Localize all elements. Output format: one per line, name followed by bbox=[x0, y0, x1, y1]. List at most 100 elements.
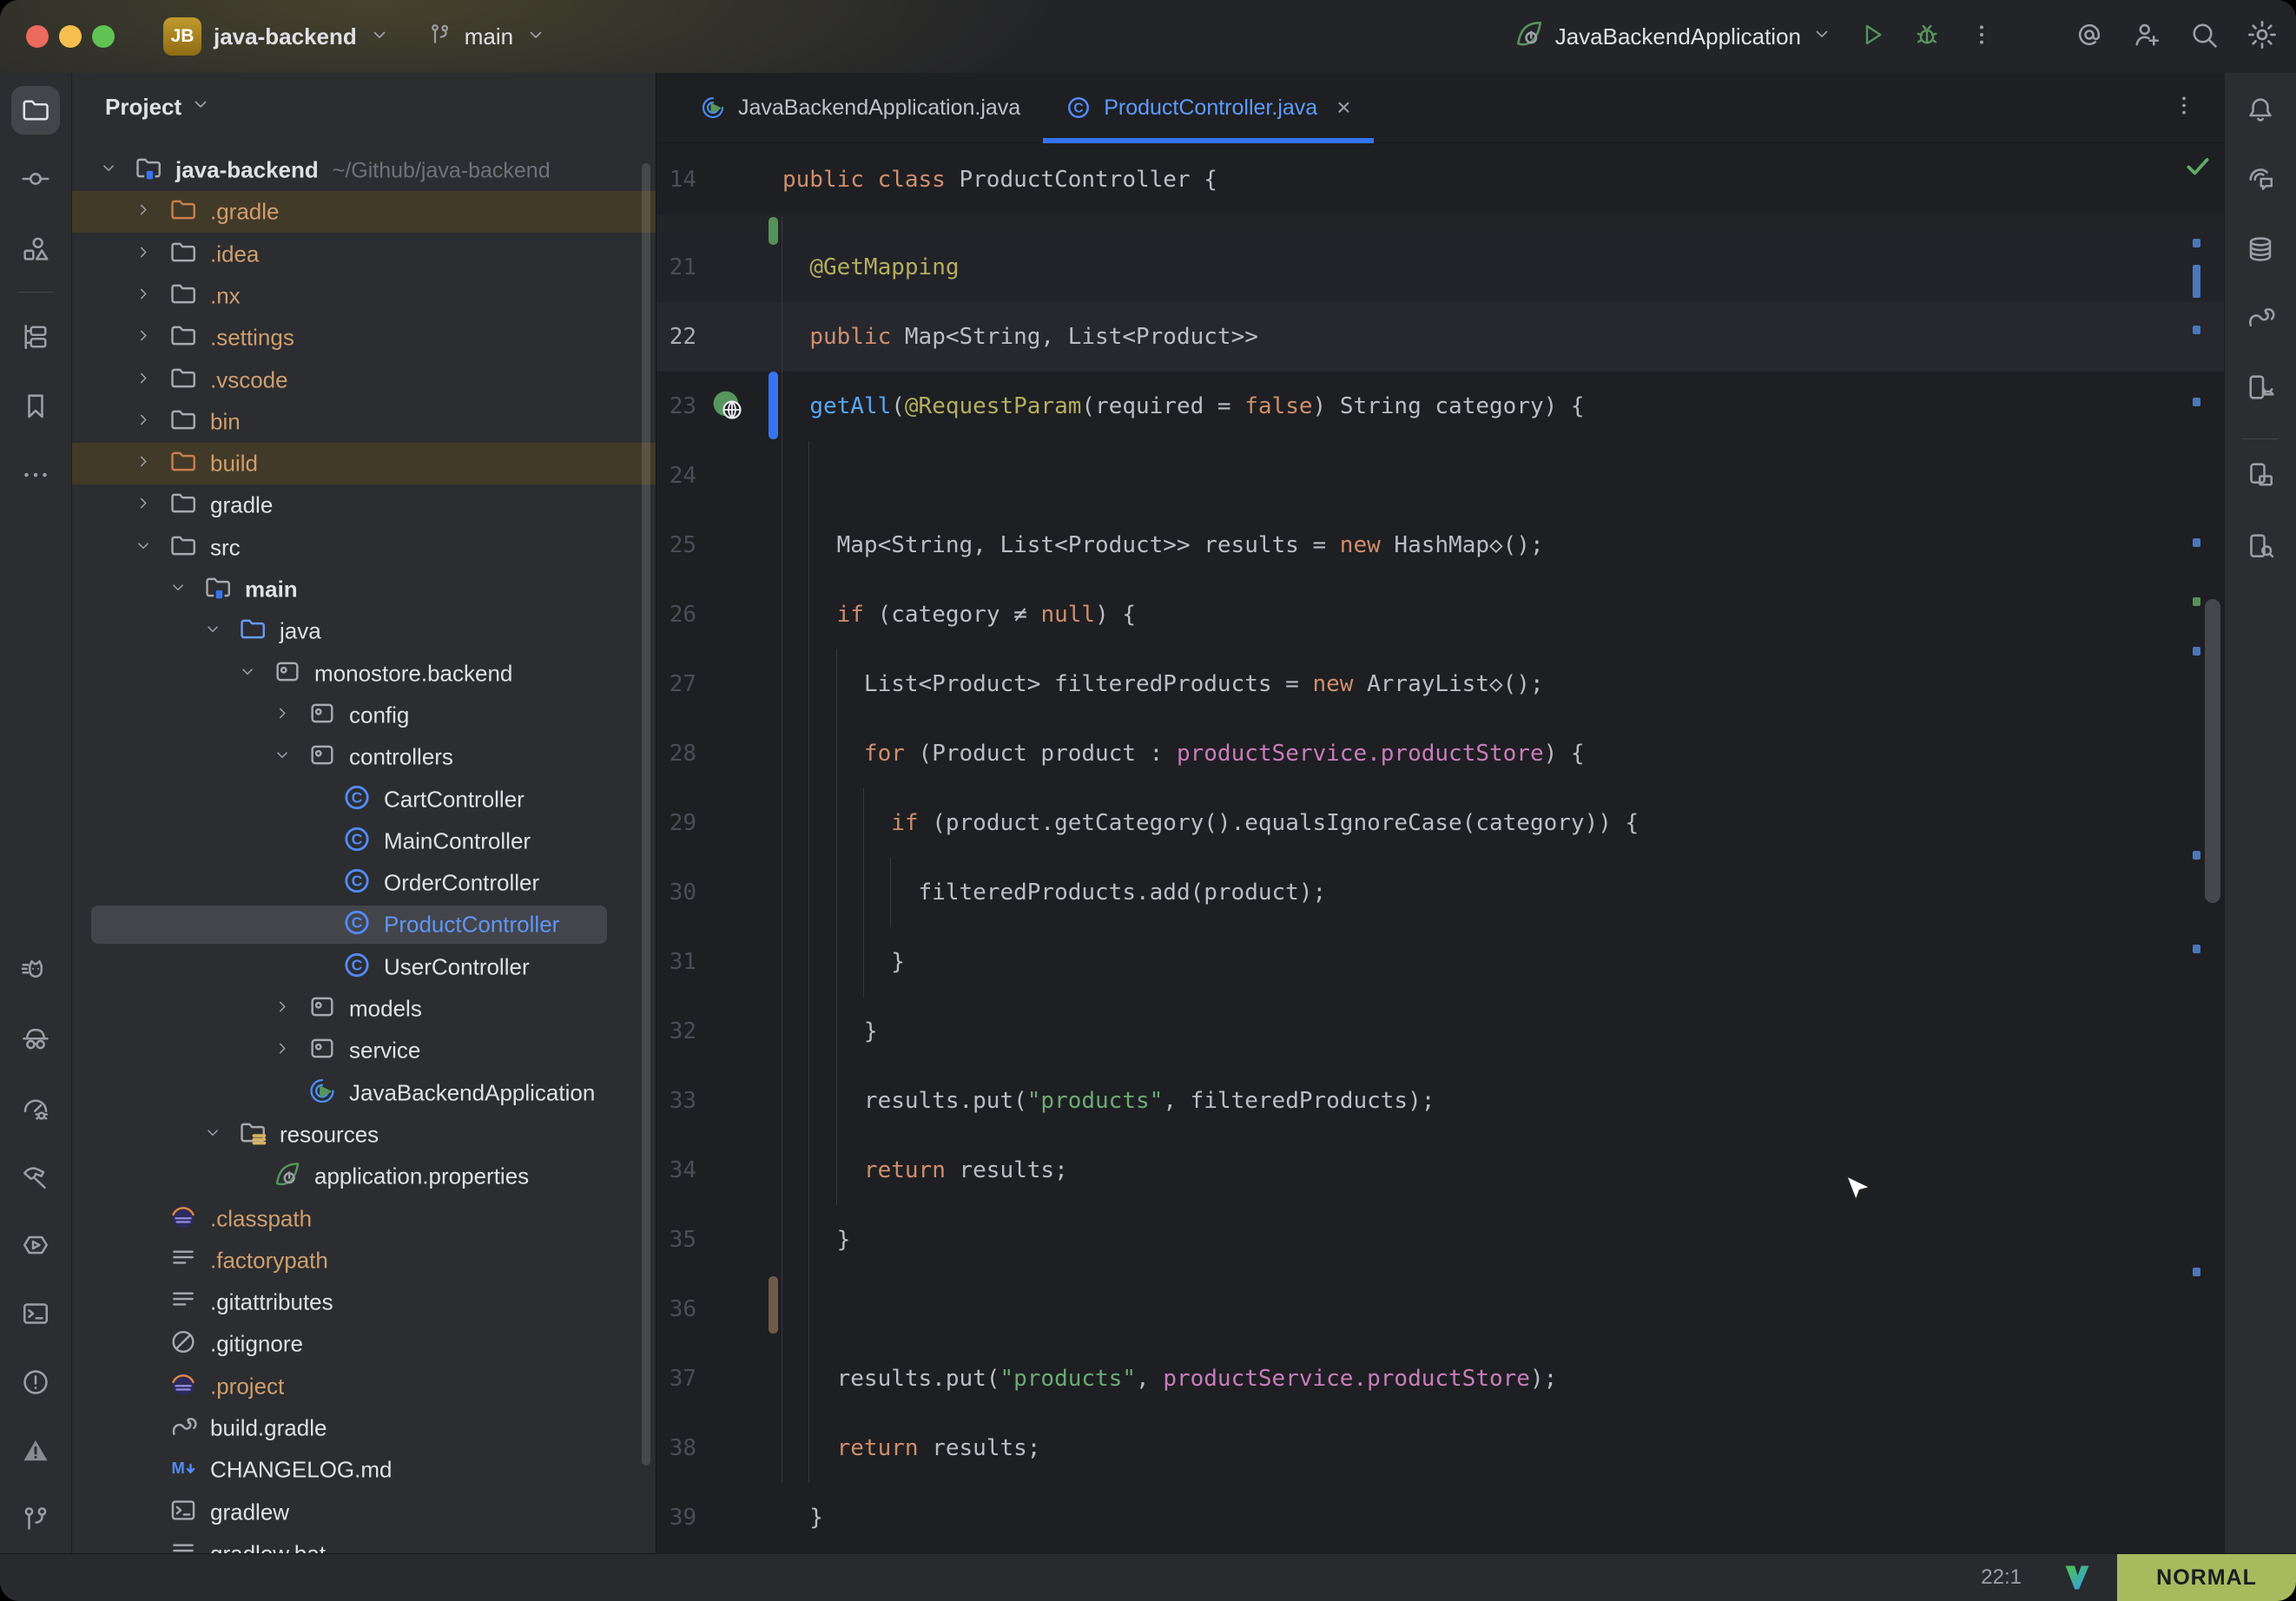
chevron-down-icon[interactable] bbox=[369, 24, 390, 49]
code-editor[interactable]: 14public class ProductController {21 @Ge… bbox=[656, 142, 2225, 1554]
minimize-window-button[interactable] bbox=[59, 25, 82, 48]
tree-item-.project[interactable]: .project bbox=[72, 1366, 656, 1407]
build-icon[interactable] bbox=[11, 1152, 60, 1201]
settings-gear-icon[interactable] bbox=[2246, 18, 2279, 56]
profiler-icon[interactable] bbox=[11, 1084, 60, 1132]
error-stripe-mark[interactable] bbox=[2193, 647, 2200, 656]
more-tool-windows-icon[interactable] bbox=[11, 451, 60, 499]
endpoint-globe-icon[interactable] bbox=[712, 390, 745, 427]
ai-assistant-icon[interactable] bbox=[2236, 155, 2285, 203]
error-stripe-mark[interactable] bbox=[2193, 538, 2200, 547]
inspections-ok-check-icon[interactable] bbox=[2183, 151, 2213, 185]
project-badge[interactable]: JB bbox=[163, 17, 201, 56]
tree-item-config[interactable]: config bbox=[72, 695, 656, 736]
tree-item-gradlew[interactable]: gradlew bbox=[72, 1492, 656, 1533]
tree-item-.gitattributes[interactable]: .gitattributes bbox=[72, 1281, 656, 1323]
tree-item-service[interactable]: service bbox=[72, 1030, 656, 1071]
tree-item-.classpath[interactable]: .classpath bbox=[72, 1198, 656, 1240]
error-stripe-mark[interactable] bbox=[2193, 1268, 2200, 1276]
chevron-down-icon[interactable] bbox=[525, 24, 546, 49]
error-stripe-mark[interactable] bbox=[2193, 398, 2200, 406]
vcs-modified-marker[interactable] bbox=[769, 372, 778, 439]
project-view-selector[interactable]: Project bbox=[105, 94, 211, 121]
error-stripe-mark[interactable] bbox=[2193, 597, 2200, 606]
tree-item-.vscode[interactable]: .vscode bbox=[72, 359, 656, 401]
tree-item-src[interactable]: src bbox=[72, 527, 656, 569]
editor-tab-JavaBackendApplication.java[interactable]: JavaBackendApplication.java bbox=[677, 73, 1043, 142]
pkg-file-icon bbox=[307, 741, 337, 770]
tree-item-main[interactable]: main bbox=[72, 569, 656, 610]
structure-shapes-icon[interactable] bbox=[11, 225, 60, 273]
tree-item-JavaBackendApplication[interactable]: JavaBackendApplication bbox=[72, 1072, 656, 1114]
tree-item-.gradle[interactable]: .gradle bbox=[72, 191, 656, 233]
cat-plugin-icon[interactable] bbox=[11, 946, 60, 995]
database-icon[interactable] bbox=[2236, 225, 2285, 273]
run-button[interactable] bbox=[1858, 21, 1886, 53]
tree-item-ProductController[interactable]: CProductController bbox=[72, 904, 656, 945]
tree-item-models[interactable]: models bbox=[72, 988, 656, 1030]
branch-name[interactable]: main bbox=[465, 23, 513, 50]
hierarchy-icon[interactable] bbox=[11, 313, 60, 361]
zoom-window-button[interactable] bbox=[92, 25, 115, 48]
tree-item-OrderController[interactable]: COrderController bbox=[72, 862, 656, 904]
device-explorer-icon[interactable] bbox=[2236, 522, 2285, 570]
tree-item-monostore.backend[interactable]: monostore.backend bbox=[72, 653, 656, 695]
bookmarks-icon[interactable] bbox=[11, 382, 60, 431]
caret-position-widget[interactable]: 22:1 bbox=[1981, 1565, 2022, 1590]
code-with-me-icon[interactable] bbox=[2131, 19, 2162, 55]
problems-icon[interactable] bbox=[11, 1358, 60, 1407]
ai-mention-icon[interactable] bbox=[2074, 19, 2105, 55]
error-stripe-mark[interactable] bbox=[2193, 851, 2200, 860]
tree-item-.idea[interactable]: .idea bbox=[72, 234, 656, 275]
tree-item-.factorypath[interactable]: .factorypath bbox=[72, 1240, 656, 1281]
commit-icon[interactable] bbox=[11, 155, 60, 203]
vim-mode-badge[interactable]: NORMAL bbox=[2117, 1554, 2296, 1601]
project-name[interactable]: java-backend bbox=[214, 23, 357, 50]
vim-icon[interactable] bbox=[2062, 1562, 2093, 1593]
tree-item-CHANGELOG.md[interactable]: MCHANGELOG.md bbox=[72, 1449, 656, 1491]
gradle-icon[interactable] bbox=[2236, 293, 2285, 341]
folded-region-band[interactable] bbox=[656, 214, 2225, 233]
tree-item-.nx[interactable]: .nx bbox=[72, 275, 656, 317]
tree-item-UserController[interactable]: CUserController bbox=[72, 946, 656, 988]
close-window-button[interactable] bbox=[26, 25, 49, 48]
git-icon[interactable] bbox=[11, 1495, 60, 1544]
debug-button[interactable] bbox=[1912, 20, 1942, 54]
close-tab-icon[interactable]: × bbox=[1336, 94, 1350, 122]
vcs-whitespace-marker[interactable] bbox=[769, 1276, 778, 1334]
tree-item-bin[interactable]: bin bbox=[72, 401, 656, 443]
project-folder-icon[interactable] bbox=[11, 86, 60, 135]
editor-tab-ProductController.java[interactable]: CProductController.java× bbox=[1043, 73, 1373, 142]
search-everywhere-icon[interactable] bbox=[2188, 19, 2220, 55]
tree-item-build.gradle[interactable]: build.gradle bbox=[72, 1407, 656, 1449]
error-stripe-mark[interactable] bbox=[2193, 326, 2200, 334]
more-actions-icon[interactable] bbox=[1968, 21, 1996, 53]
services-icon[interactable] bbox=[11, 1221, 60, 1269]
run-configuration-select[interactable]: JavaBackendApplication bbox=[1514, 18, 1832, 56]
error-stripe-mark[interactable] bbox=[2193, 945, 2200, 953]
notifications-warning-icon[interactable] bbox=[11, 1426, 60, 1475]
tree-item-java[interactable]: java bbox=[72, 610, 656, 652]
notifications-bell-icon[interactable] bbox=[2236, 86, 2285, 135]
tree-item-CartController[interactable]: CCartController bbox=[72, 779, 656, 820]
tree-item-.settings[interactable]: .settings bbox=[72, 317, 656, 359]
tree-item-MainController[interactable]: CMainController bbox=[72, 820, 656, 862]
tree-item-resources[interactable]: resources bbox=[72, 1114, 656, 1156]
editor-scrollbar[interactable] bbox=[2205, 599, 2220, 903]
error-stripe-mark[interactable] bbox=[2193, 265, 2200, 298]
tree-item-controllers[interactable]: controllers bbox=[72, 736, 656, 778]
tree-item-java-backend[interactable]: java-backend~/Github/java-backend bbox=[72, 149, 656, 191]
tree-item-gradlew.bat[interactable]: gradlew.bat bbox=[72, 1533, 656, 1554]
error-stripe-mark[interactable] bbox=[2193, 239, 2200, 247]
tree-item-.gitignore[interactable]: .gitignore bbox=[72, 1323, 656, 1365]
tree-item-gradle[interactable]: gradle bbox=[72, 484, 656, 526]
tree-item-build[interactable]: build bbox=[72, 443, 656, 484]
tree-item-application.properties[interactable]: application.properties bbox=[72, 1156, 656, 1197]
running-devices-icon[interactable] bbox=[2236, 451, 2285, 499]
device-manager-icon[interactable] bbox=[2236, 363, 2285, 412]
terminal-icon[interactable] bbox=[11, 1289, 60, 1338]
vcs-added-marker[interactable] bbox=[769, 217, 778, 245]
project-tree-scrollbar[interactable] bbox=[642, 163, 650, 1466]
tab-options-icon[interactable] bbox=[2171, 93, 2197, 123]
incognito-icon[interactable] bbox=[11, 1015, 60, 1064]
